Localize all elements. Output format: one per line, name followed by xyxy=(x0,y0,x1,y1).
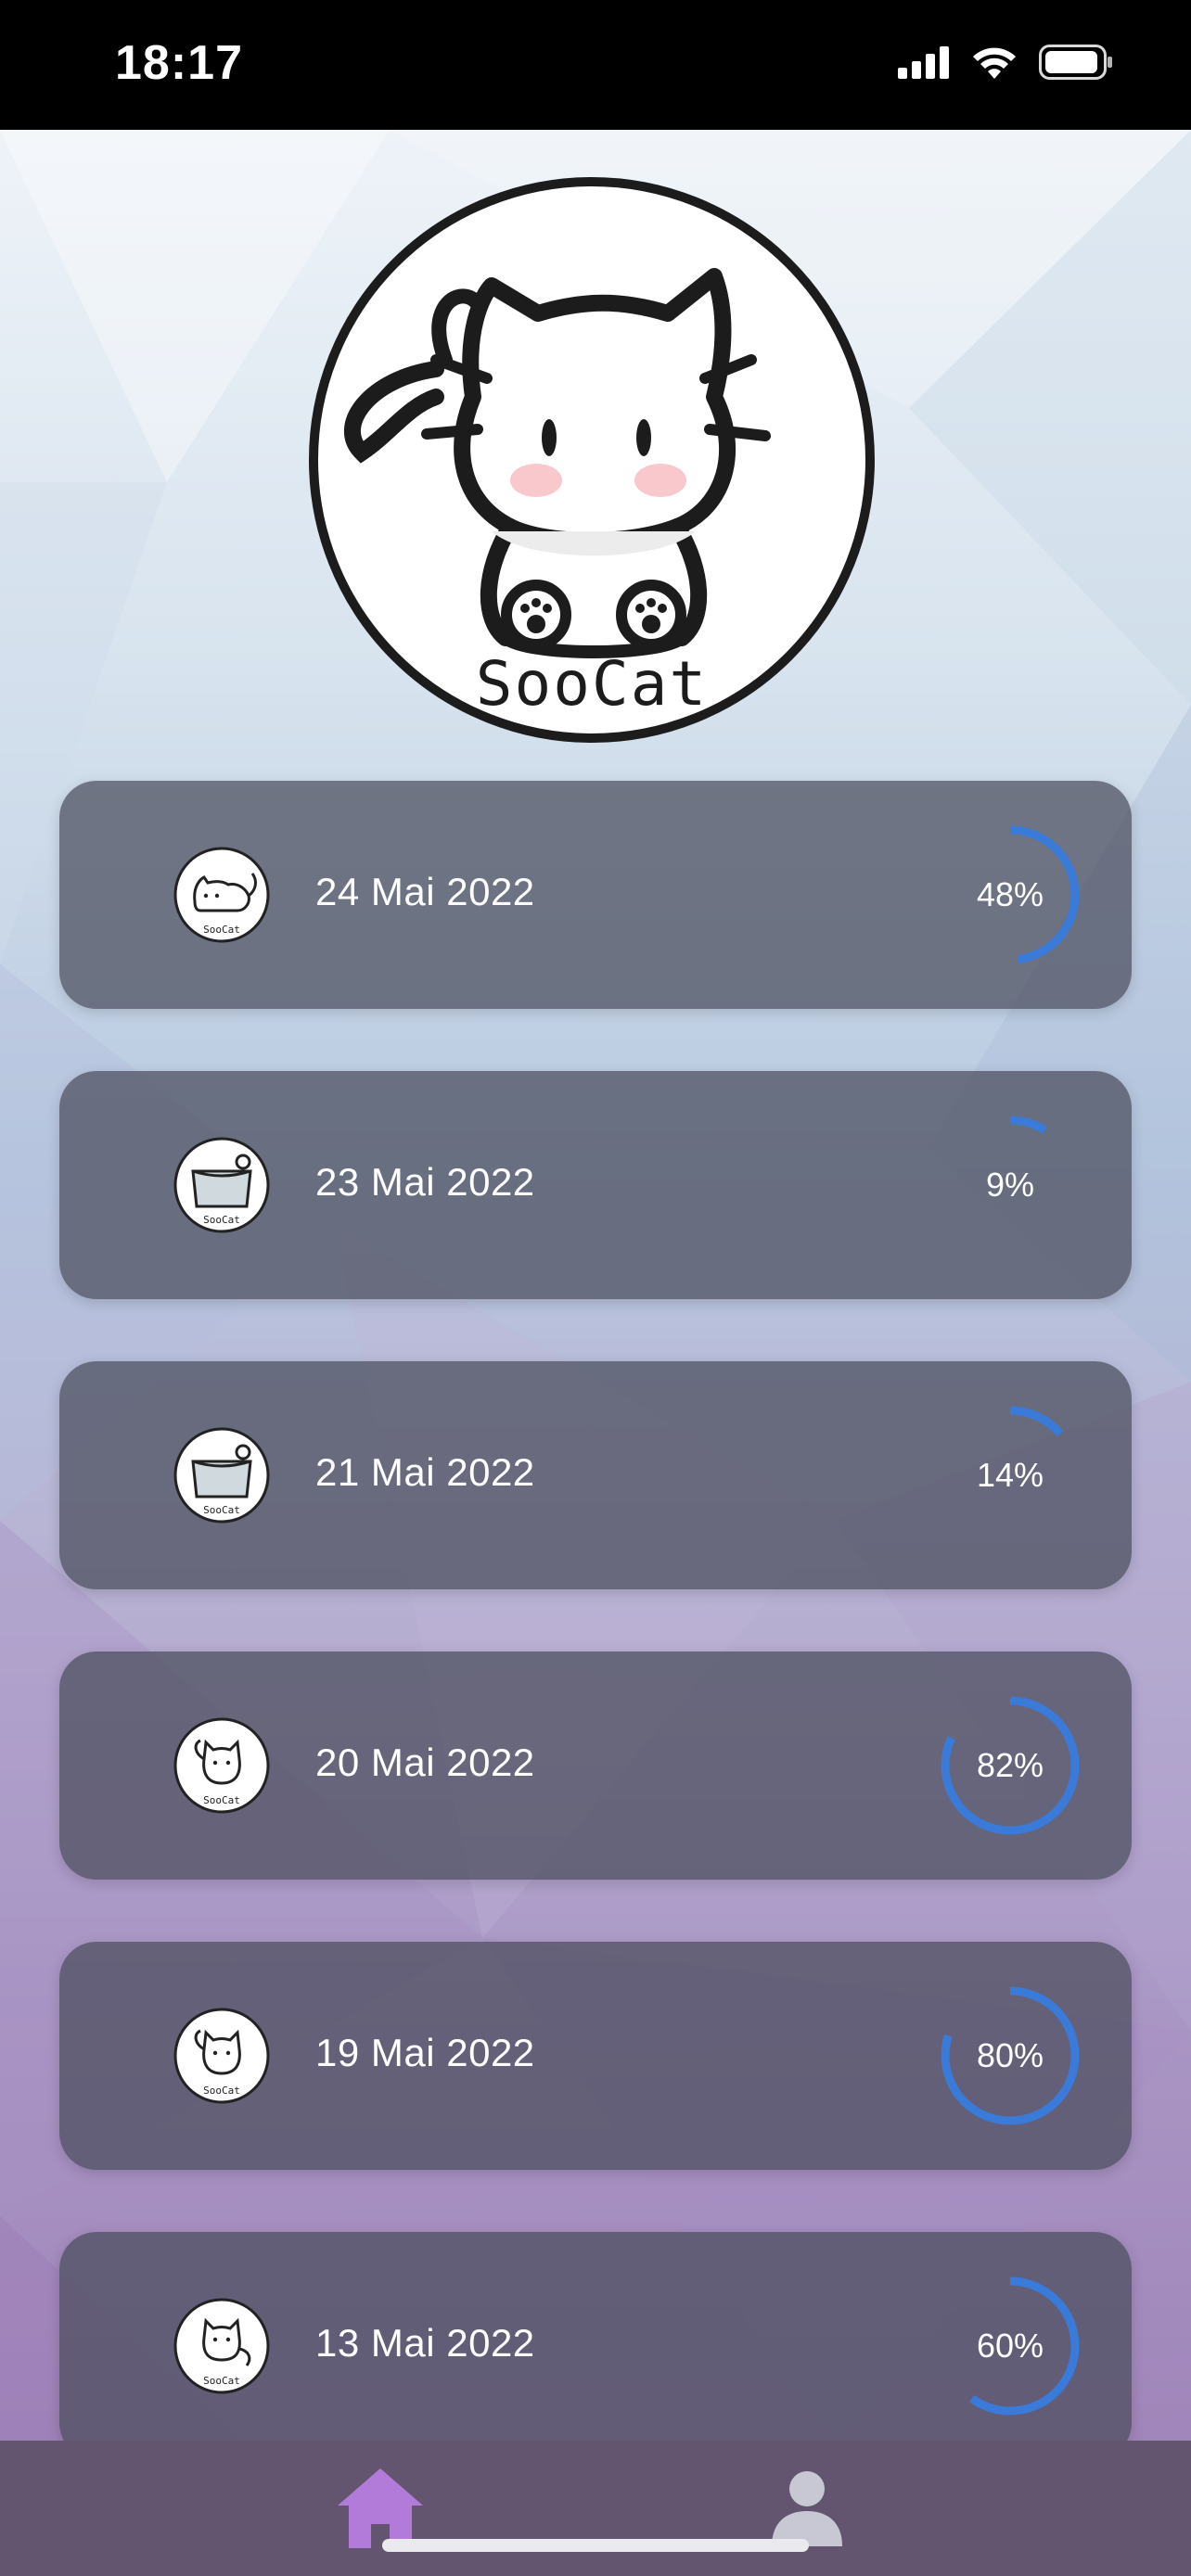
session-card[interactable]: SooCat 21 Mai 2022 14% xyxy=(59,1361,1132,1589)
litter-box-avatar-icon: SooCat xyxy=(173,1137,270,1233)
session-date: 19 Mai 2022 xyxy=(315,2031,535,2074)
session-list: SooCat 24 Mai 2022 48% SooCat 23 Mai 202… xyxy=(59,781,1132,2522)
svg-text:SooCat: SooCat xyxy=(203,2375,240,2387)
session-card[interactable]: SooCat 24 Mai 2022 48% xyxy=(59,781,1132,1009)
litter-box-avatar-icon: SooCat xyxy=(173,1427,270,1524)
home-indicator xyxy=(382,2539,809,2552)
progress-percent: 48% xyxy=(976,875,1044,913)
session-date: 21 Mai 2022 xyxy=(315,1450,535,1494)
status-icons xyxy=(898,45,1113,80)
svg-text:SooCat: SooCat xyxy=(203,1504,240,1516)
session-card[interactable]: SooCat 19 Mai 2022 80% xyxy=(59,1942,1132,2170)
cat-standing-avatar-icon: SooCat xyxy=(173,2298,270,2394)
svg-text:SooCat: SooCat xyxy=(203,2085,240,2097)
svg-text:SooCat: SooCat xyxy=(203,924,240,936)
progress-percent: 82% xyxy=(976,1746,1044,1784)
cat-sitting-avatar-icon: SooCat xyxy=(173,1717,270,1814)
session-card[interactable]: SooCat 20 Mai 2022 82% xyxy=(59,1651,1132,1880)
cellular-signal-icon xyxy=(898,46,949,79)
wifi-icon xyxy=(973,47,1016,79)
home-icon[interactable] xyxy=(336,2467,425,2548)
status-time: 18:17 xyxy=(115,36,243,90)
svg-text:SooCat: SooCat xyxy=(203,1214,240,1226)
session-card[interactable]: SooCat 13 Mai 2022 60% xyxy=(59,2232,1132,2460)
battery-icon xyxy=(1039,45,1112,80)
logo-text: SooCat xyxy=(476,648,708,720)
soocat-logo: SooCat xyxy=(309,177,875,743)
cat-lying-avatar-icon: SooCat xyxy=(173,847,270,943)
app-screen: SooCat SooCat 24 Mai 2022 48% SooCat 23 … xyxy=(0,130,1191,2576)
session-date: 13 Mai 2022 xyxy=(315,2321,535,2365)
profile-icon[interactable] xyxy=(770,2468,844,2546)
session-card[interactable]: SooCat 23 Mai 2022 9% xyxy=(59,1071,1132,1299)
status-bar: 18:17 xyxy=(0,0,1191,130)
session-date: 24 Mai 2022 xyxy=(315,870,535,913)
cat-sitting-avatar-icon: SooCat xyxy=(173,2008,270,2104)
progress-percent: 9% xyxy=(985,1166,1035,1204)
progress-percent: 60% xyxy=(976,2327,1044,2365)
svg-text:SooCat: SooCat xyxy=(203,1794,240,1806)
session-date: 23 Mai 2022 xyxy=(315,1160,535,1204)
tab-bar xyxy=(0,2441,1191,2576)
progress-percent: 14% xyxy=(976,1456,1044,1494)
session-date: 20 Mai 2022 xyxy=(315,1741,535,1784)
progress-percent: 80% xyxy=(976,2036,1044,2074)
